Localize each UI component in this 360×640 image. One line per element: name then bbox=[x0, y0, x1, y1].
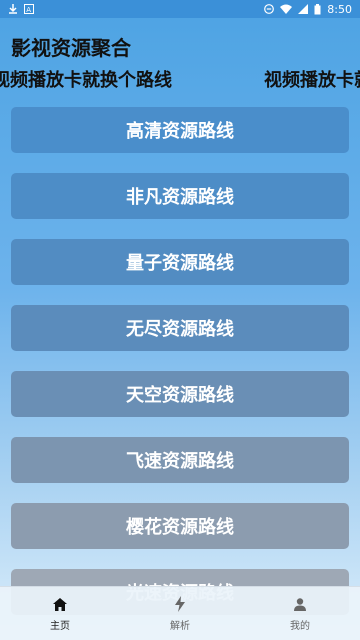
route-button-yinghua[interactable]: 樱花资源路线 bbox=[11, 503, 349, 549]
route-label: 非凡资源路线 bbox=[126, 187, 234, 208]
marquee-text-2: 视频播放卡就换个路线 bbox=[264, 70, 360, 91]
download-icon bbox=[8, 4, 18, 14]
route-label: 量子资源路线 bbox=[126, 253, 234, 274]
person-icon bbox=[294, 595, 306, 613]
signal-icon bbox=[298, 4, 309, 14]
lightning-icon bbox=[174, 595, 186, 613]
route-button-liangzi[interactable]: 量子资源路线 bbox=[11, 239, 349, 285]
status-bar: A 8:50 bbox=[0, 0, 360, 18]
route-label: 无尽资源路线 bbox=[126, 319, 234, 340]
minus-circle-icon bbox=[264, 4, 275, 14]
route-button-feisu[interactable]: 飞速资源路线 bbox=[11, 437, 349, 483]
status-right: 8:50 bbox=[264, 3, 352, 16]
nav-item-home[interactable]: 主页 bbox=[20, 595, 100, 632]
route-label: 天空资源路线 bbox=[126, 385, 234, 406]
route-button-tiankong[interactable]: 天空资源路线 bbox=[11, 371, 349, 417]
status-time: 8:50 bbox=[327, 2, 352, 16]
route-button-gaoqing[interactable]: 高清资源路线 bbox=[11, 107, 349, 153]
nav-label-home: 主页 bbox=[50, 621, 70, 632]
route-label: 樱花资源路线 bbox=[126, 517, 234, 538]
battery-icon bbox=[314, 3, 321, 15]
status-left: A bbox=[8, 4, 34, 14]
route-label: 高清资源路线 bbox=[126, 121, 234, 142]
notification-app-icon: A bbox=[24, 4, 34, 14]
nav-label-profile: 我的 bbox=[290, 621, 310, 632]
home-icon bbox=[53, 595, 67, 613]
svg-text:A: A bbox=[26, 6, 31, 14]
marquee-text-1: 视频播放卡就换个路线 bbox=[0, 70, 172, 91]
nav-item-profile[interactable]: 我的 bbox=[260, 595, 340, 632]
route-label: 飞速资源路线 bbox=[126, 451, 234, 472]
wifi-icon bbox=[280, 4, 293, 14]
route-button-wujin[interactable]: 无尽资源路线 bbox=[11, 305, 349, 351]
marquee-notice: 视频播放卡就换个路线 视频播放卡就换个路线 bbox=[0, 66, 360, 94]
app-title: 影视资源聚合 bbox=[11, 36, 131, 60]
route-button-feifan[interactable]: 非凡资源路线 bbox=[11, 173, 349, 219]
bottom-nav: 主页 解析 我的 bbox=[0, 586, 360, 640]
nav-item-parse[interactable]: 解析 bbox=[140, 595, 220, 632]
route-list: 高清资源路线 非凡资源路线 量子资源路线 无尽资源路线 天空资源路线 飞速资源路… bbox=[11, 107, 349, 635]
nav-label-parse: 解析 bbox=[170, 621, 190, 632]
